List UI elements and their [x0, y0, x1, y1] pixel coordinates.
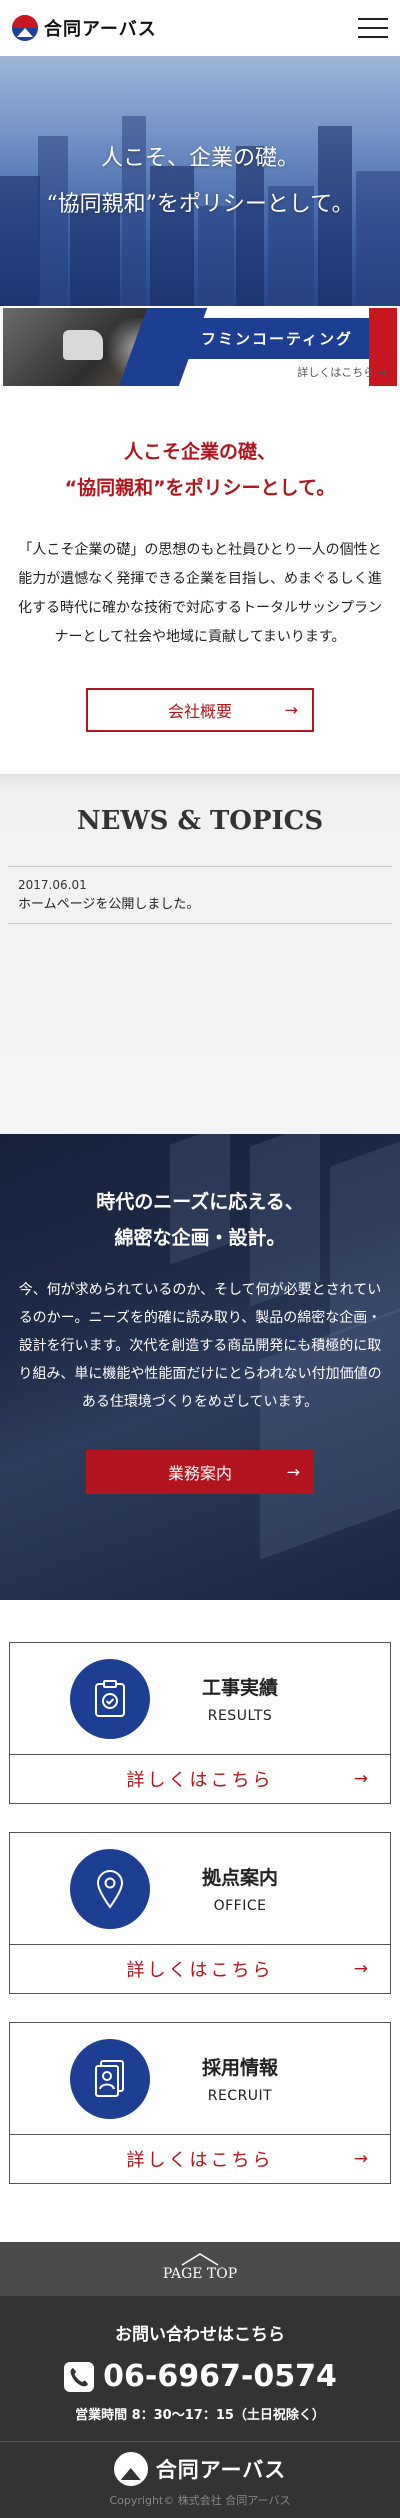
- footer-logo-text: 合同アーバス: [155, 2458, 287, 2482]
- arrow-right-icon: →: [353, 1769, 368, 1789]
- spray-gun-icon: [63, 330, 103, 360]
- arrow-right-icon: →: [284, 700, 298, 720]
- planning-title-line-1: 時代のニーズに応える、: [96, 1191, 304, 1213]
- copyright: Copyright© 株式会社 合同アーバス: [109, 2494, 291, 2507]
- page-top-button[interactable]: PAGE TOP: [0, 2242, 400, 2296]
- page-top-label: PAGE TOP: [162, 2266, 238, 2282]
- card-recruit: 採用情報 RECRUIT 詳しくはこちら →: [9, 2022, 391, 2184]
- site-header: 合同アーバス: [0, 0, 400, 56]
- card-title: 工事実績: [201, 1677, 278, 1699]
- contact-title: お問い合わせはこちら: [115, 2325, 285, 2345]
- planning-title: 時代のニーズに応える、 綿密な企画・設計。: [0, 1134, 400, 1256]
- id-card-icon: [70, 2038, 150, 2119]
- intro-title-line-1: 人こそ企業の礎、: [123, 441, 276, 463]
- hamburger-menu-icon[interactable]: [358, 18, 388, 38]
- hero-catchphrase: 人こそ、企業の礎。 “協同親和”をポリシーとして。: [0, 136, 400, 228]
- news-list: 2017.06.01 ホームページを公開しました。: [8, 866, 392, 924]
- card-office: 拠点案内 OFFICE 詳しくはこちら →: [9, 1832, 391, 1994]
- news-section: NEWS & TOPICS 2017.06.01 ホームページを公開しました。: [0, 774, 400, 1134]
- arrow-right-icon: →: [286, 1462, 300, 1482]
- more-label: 詳しくはこちら: [126, 1770, 274, 1791]
- chevron-up-icon: [181, 2253, 219, 2266]
- business-guide-button[interactable]: 業務案内 →: [86, 1450, 314, 1494]
- results-more-link[interactable]: 詳しくはこちら →: [10, 1755, 390, 1803]
- coating-banner[interactable]: フミンコーティング 詳しくはこちら →: [3, 308, 397, 386]
- phone-number: 06-6967-0574: [103, 2359, 337, 2394]
- card-title: 拠点案内: [201, 1867, 278, 1889]
- intro-title-line-2: “協同親和”をポリシーとして。: [64, 477, 336, 499]
- card-subtitle: RECRUIT: [207, 2088, 273, 2104]
- news-heading: NEWS & TOPICS: [76, 806, 324, 836]
- phone-link[interactable]: 06-6967-0574: [0, 2359, 400, 2394]
- contact-section: お問い合わせはこちら 06-6967-0574 営業時間 8：30〜17：15（…: [0, 2296, 400, 2441]
- banner-title: フミンコーティング: [185, 318, 369, 359]
- card-title: 採用情報: [201, 2057, 278, 2079]
- planning-title-line-2: 綿密な企画・設計。: [114, 1227, 286, 1249]
- planning-section: 時代のニーズに応える、 綿密な企画・設計。 今、何が求められているのか、そして何…: [0, 1134, 400, 1600]
- card-subtitle: RESULTS: [207, 1708, 273, 1724]
- logo-mark-icon: [113, 2452, 148, 2486]
- news-date: 2017.06.01: [18, 878, 87, 892]
- hero-image: 人こそ、企業の礎。 “協同親和”をポリシーとして。: [0, 56, 400, 306]
- hero-line-2: “協同親和”をポリシーとして。: [46, 192, 354, 217]
- card-results: 工事実績 RESULTS 詳しくはこちら →: [9, 1642, 391, 1804]
- arrow-right-icon: →: [353, 2149, 368, 2169]
- card-subtitle: OFFICE: [213, 1898, 267, 1914]
- office-more-link[interactable]: 詳しくはこちら →: [10, 1945, 390, 1993]
- map-pin-icon: [70, 1848, 150, 1929]
- planning-body: 今、何が求められているのか、そして何が必要とされているのかー。ニーズを的確に読み…: [18, 1282, 382, 1410]
- link-cards: 工事実績 RESULTS 詳しくはこちら → 拠点案内 OFFICE 詳しくはこ…: [0, 1600, 400, 2242]
- company-overview-button[interactable]: 会社概要 →: [86, 688, 314, 732]
- arrow-right-icon: →: [353, 1959, 368, 1979]
- banner-more-link[interactable]: 詳しくはこちら →: [297, 364, 387, 380]
- business-guide-label: 業務案内: [167, 1464, 232, 1483]
- intro-body: 「人こそ企業の礎」の思想のもと社員ひとり一人の個性と能力が遺憾なく発揮できる企業…: [18, 542, 382, 645]
- site-footer: 合同アーバス Copyright© 株式会社 合同アーバス: [0, 2441, 400, 2518]
- more-label: 詳しくはこちら: [126, 1960, 274, 1981]
- footer-logo[interactable]: 合同アーバス: [0, 2452, 400, 2486]
- recruit-more-link[interactable]: 詳しくはこちら →: [10, 2135, 390, 2183]
- intro-section: 人こそ企業の礎、 “協同親和”をポリシーとして。 「人こそ企業の礎」の思想のもと…: [0, 386, 400, 774]
- business-hours: 営業時間 8：30〜17：15（土日祝除く）: [75, 2408, 325, 2423]
- phone-icon: [64, 2361, 95, 2392]
- hero-line-1: 人こそ、企業の礎。: [100, 146, 299, 171]
- clipboard-check-icon: [70, 1658, 150, 1739]
- logo-mark-icon: [12, 15, 38, 41]
- intro-title: 人こそ企業の礎、 “協同親和”をポリシーとして。: [18, 434, 382, 506]
- news-item[interactable]: 2017.06.01 ホームページを公開しました。: [8, 867, 392, 924]
- logo-text: 合同アーバス: [44, 19, 157, 40]
- site-logo[interactable]: 合同アーバス: [12, 15, 157, 41]
- news-text: ホームページを公開しました。: [18, 897, 200, 912]
- more-label: 詳しくはこちら: [126, 2150, 274, 2171]
- company-overview-label: 会社概要: [167, 702, 232, 721]
